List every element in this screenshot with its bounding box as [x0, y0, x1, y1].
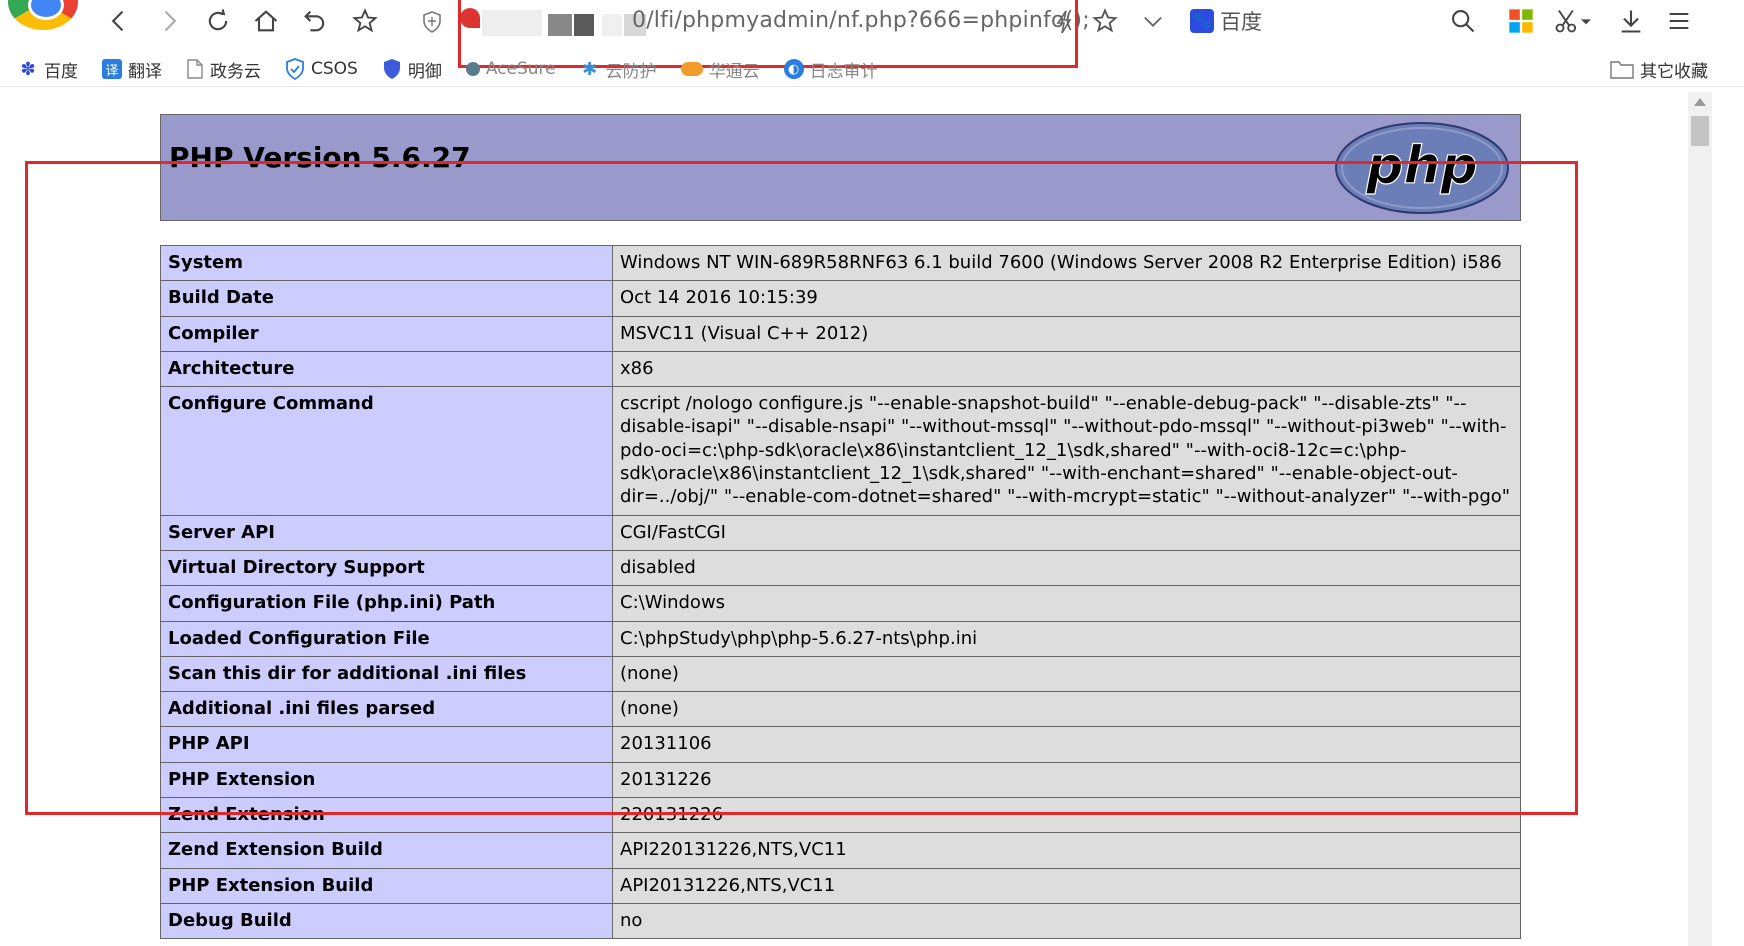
- address-dropdown-button[interactable]: [1136, 4, 1170, 38]
- home-icon: [254, 10, 278, 32]
- back-icon: [111, 10, 124, 32]
- shield-icon: [423, 11, 441, 33]
- row-value: API20131226,NTS,VC11: [612, 867, 1521, 904]
- bookmark-mingyu[interactable]: 明御: [376, 54, 448, 84]
- bug-icon: ✱: [582, 58, 598, 80]
- bookmark-label: CSOS: [311, 59, 358, 79]
- chevron-down-icon: [1144, 16, 1162, 27]
- apps-icon: [1509, 9, 1533, 33]
- paw-icon: 🐾: [1190, 9, 1214, 33]
- folder-icon: [1610, 61, 1634, 79]
- menu-button[interactable]: [1662, 4, 1696, 38]
- bookmark-translate[interactable]: 译 翻译: [96, 54, 168, 84]
- vertical-scrollbar[interactable]: [1688, 92, 1712, 946]
- paw-icon: ✽: [20, 58, 36, 80]
- browser-logo-icon: [8, 0, 78, 30]
- table-row: Debug Build no: [160, 902, 1521, 940]
- bookmarks-bar: ✽ 百度 译 翻译 政务云 CSOS 明御 AceSure ✱ 云防护 华通云 …: [0, 52, 1744, 87]
- search-button[interactable]: [1446, 4, 1480, 38]
- home-button[interactable]: [249, 4, 283, 38]
- bookmark-label: 明御: [407, 61, 442, 82]
- star-icon: [352, 8, 378, 33]
- browser-toolbar: 0/lfi/phpmyadmin/nf.php?666=phpinfo(); 🐾…: [0, 0, 1744, 68]
- bookmark-label: 政务云: [210, 61, 261, 82]
- table-row: Zend Extension Build API220131226,NTS,VC1…: [160, 832, 1521, 869]
- page-icon: [187, 59, 203, 79]
- bookmark-huatongyun[interactable]: 华通云: [675, 54, 766, 84]
- forward-icon: [164, 10, 177, 32]
- other-bookmarks[interactable]: 其它收藏: [1604, 54, 1714, 84]
- row-key: PHP Extension Build: [160, 867, 613, 904]
- translate-icon: 译: [102, 59, 122, 79]
- reload-icon: [208, 9, 228, 31]
- log-icon: ◐: [783, 59, 804, 79]
- bookmark-label: AceSure: [485, 59, 556, 79]
- table-row: PHP Extension Build API20131226,NTS,VC11: [160, 867, 1521, 904]
- menu-icon: [1669, 12, 1689, 30]
- search-icon: [1452, 10, 1475, 33]
- scroll-thumb[interactable]: [1691, 116, 1709, 146]
- bookmark-label: 百度: [44, 61, 78, 82]
- search-engine-selector[interactable]: 🐾 百度: [1190, 6, 1262, 36]
- caret-down-icon: [1581, 19, 1591, 25]
- bookmark-label: 云防护: [605, 61, 657, 82]
- scroll-up-arrow-icon[interactable]: [1694, 98, 1706, 106]
- bookmark-baidu[interactable]: ✽ 百度: [12, 54, 84, 84]
- search-engine-name: 百度: [1220, 10, 1262, 34]
- bookmark-yunfanghu[interactable]: ✱ 云防护: [574, 54, 663, 84]
- bookmark-zhengwuyun[interactable]: 政务云: [180, 54, 267, 84]
- bookmark-rizhishenji[interactable]: ◐ 日志审计: [778, 54, 884, 84]
- bookmark-csos[interactable]: CSOS: [279, 54, 364, 84]
- download-button[interactable]: [1614, 4, 1648, 38]
- other-bookmarks-label: 其它收藏: [1640, 61, 1708, 82]
- bookmark-label: 翻译: [128, 61, 162, 82]
- download-icon: [1621, 10, 1641, 33]
- cloud-icon: [680, 62, 703, 76]
- back-button[interactable]: [102, 4, 136, 38]
- ace-icon: [465, 62, 480, 76]
- apps-button[interactable]: [1504, 4, 1538, 38]
- bookmark-label: 华通云: [708, 61, 760, 82]
- screenshot-dropdown[interactable]: [1576, 4, 1596, 38]
- star-icon: [1092, 8, 1118, 33]
- row-value: API220131226,NTS,VC11: [612, 832, 1521, 869]
- row-key: Debug Build: [160, 902, 613, 940]
- row-value: no: [612, 902, 1521, 940]
- undo-button[interactable]: [298, 4, 332, 38]
- bookmark-label: 日志审计: [809, 61, 878, 82]
- forward-button[interactable]: [152, 4, 186, 38]
- bookmark-acesure[interactable]: AceSure: [460, 54, 562, 84]
- reload-button[interactable]: [201, 4, 235, 38]
- content-annotation-box: [25, 161, 1578, 815]
- shield-icon: [286, 58, 304, 80]
- undo-icon: [304, 10, 325, 32]
- row-key: Zend Extension Build: [160, 832, 613, 869]
- bookmark-star-button[interactable]: [348, 4, 382, 38]
- favorite-button[interactable]: [1088, 4, 1122, 38]
- shield-icon: [383, 59, 400, 79]
